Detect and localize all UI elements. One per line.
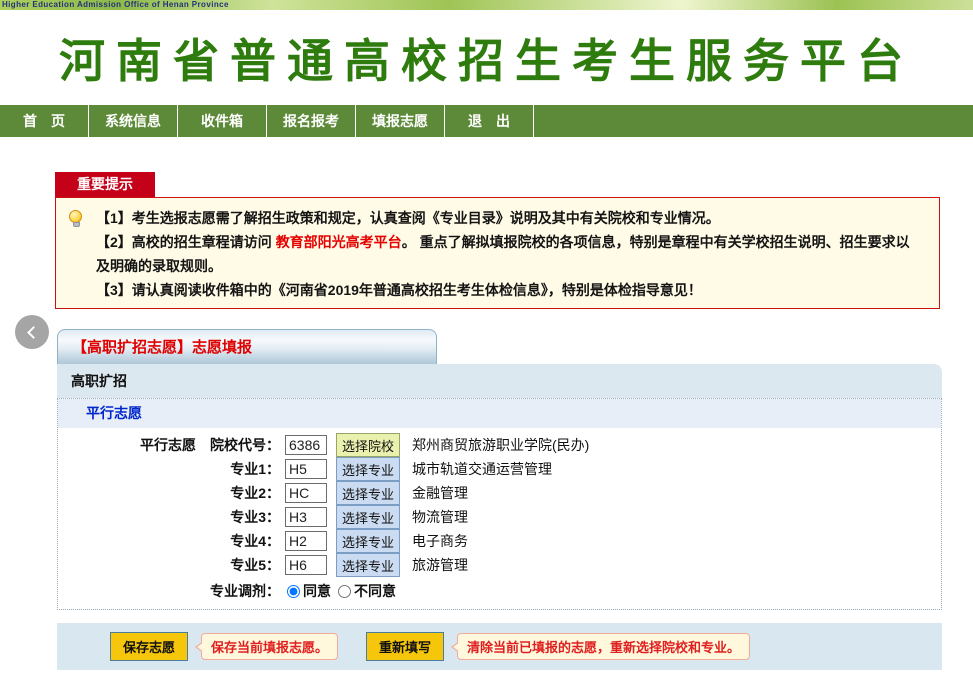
section-title: 高职扩招: [57, 364, 942, 398]
major-5-name: 旅游管理: [412, 555, 468, 575]
notice-item-1: 【1】考生选报志愿需了解招生政策和规定，认真查阅《专业目录》说明及其中有关院校和…: [96, 206, 923, 230]
select-college-button[interactable]: 选择院校: [336, 433, 400, 457]
select-major-5-button[interactable]: 选择专业: [336, 553, 400, 577]
rewrite-button[interactable]: 重新填写: [366, 632, 444, 661]
notice-item-2: 【2】高校的招生章程请访问 教育部阳光高考平台。 重点了解拟填报院校的各项信息，…: [96, 230, 923, 278]
subsection-title: 平行志愿: [58, 399, 941, 428]
notice-item-3: 【3】请认真阅读收件箱中的《河南省2019年普通高校招生考生体检信息》，特别是体…: [96, 278, 923, 302]
volunteer-panel: 【高职扩招志愿】志愿填报 高职扩招 平行志愿 平行志愿 院校代号： 选择院校 郑…: [57, 329, 942, 610]
major-3-name: 物流管理: [412, 507, 468, 527]
select-major-1-button[interactable]: 选择专业: [336, 457, 400, 481]
collapse-button[interactable]: [15, 315, 49, 349]
actions-bar: 保存志愿 保存当前填报志愿。 重新填写 清除当前已填报的志愿，重新选择院校和专业…: [57, 623, 942, 670]
main-nav: 首 页 系统信息 收件箱 报名报考 填报志愿 退 出: [0, 105, 973, 137]
major-2-name: 金融管理: [412, 483, 468, 503]
college-name: 郑州商贸旅游职业学院(民办): [412, 435, 589, 455]
college-row-label: 平行志愿 院校代号：: [58, 435, 280, 455]
nav-item-registration[interactable]: 报名报考: [267, 105, 356, 137]
major-2-label: 专业2：: [58, 483, 280, 503]
nav-item-logout[interactable]: 退 出: [445, 105, 534, 137]
disagree-option[interactable]: 不同意: [338, 581, 396, 601]
nav-item-fill-volunteer[interactable]: 填报志愿: [356, 105, 445, 137]
agree-option[interactable]: 同意: [287, 581, 331, 601]
notice-box: 【1】考生选报志愿需了解招生政策和规定，认真查阅《专业目录》说明及其中有关院校和…: [55, 197, 940, 309]
agree-radio[interactable]: [287, 585, 300, 598]
disagree-label: 不同意: [354, 581, 396, 601]
nav-item-home[interactable]: 首 页: [0, 105, 89, 137]
masthead: 河南省普通高校招生考生服务平台: [0, 10, 973, 105]
major-row-4: 专业4： 选择专业 电子商务: [58, 529, 941, 553]
college-code-input[interactable]: [285, 435, 327, 455]
agree-label: 同意: [303, 581, 331, 601]
nav-item-inbox[interactable]: 收件箱: [178, 105, 267, 137]
select-major-4-button[interactable]: 选择专业: [336, 529, 400, 553]
college-row: 平行志愿 院校代号： 选择院校 郑州商贸旅游职业学院(民办): [58, 433, 941, 457]
major-4-code-input[interactable]: [285, 531, 327, 551]
volunteer-form: 平行志愿 院校代号： 选择院校 郑州商贸旅游职业学院(民办) 专业1： 选择专业…: [58, 428, 941, 609]
major-1-name: 城市轨道交通运营管理: [412, 459, 552, 479]
panel-tab-title: 【高职扩招志愿】志愿填报: [57, 329, 437, 364]
major-4-label: 专业4：: [58, 531, 280, 551]
notice-item-3-text: 【3】请认真阅读收件箱中的《河南省2019年普通高校招生考生体检信息》，特别是体…: [96, 282, 702, 298]
top-bar-text: Higher Education Admission Office of Hen…: [2, 0, 229, 9]
sunshine-gaokao-link[interactable]: 教育部阳光高考平台: [276, 234, 402, 250]
adjustment-row: 专业调剂： 同意 不同意: [58, 579, 941, 603]
adjustment-label: 专业调剂：: [58, 581, 280, 601]
page-title: 河南省普通高校招生考生服务平台: [59, 25, 914, 91]
save-volunteer-button[interactable]: 保存志愿: [110, 632, 188, 661]
major-row-1: 专业1： 选择专业 城市轨道交通运营管理: [58, 457, 941, 481]
select-major-2-button[interactable]: 选择专业: [336, 481, 400, 505]
bulb-icon: [69, 210, 83, 229]
major-row-2: 专业2： 选择专业 金融管理: [58, 481, 941, 505]
top-gradient-bar: Higher Education Admission Office of Hen…: [0, 0, 973, 10]
major-5-code-input[interactable]: [285, 555, 327, 575]
notice-item-2-text-before: 【2】高校的招生章程请访问: [96, 234, 276, 250]
major-row-5: 专业5： 选择专业 旅游管理: [58, 553, 941, 577]
rewrite-tip: 清除当前已填报的志愿，重新选择院校和专业。: [457, 633, 750, 660]
important-notice: 重要提示 【1】考生选报志愿需了解招生政策和规定，认真查阅《专业目录》说明及其中…: [55, 172, 940, 309]
major-row-3: 专业3： 选择专业 物流管理: [58, 505, 941, 529]
nav-item-system-info[interactable]: 系统信息: [89, 105, 178, 137]
major-3-code-input[interactable]: [285, 507, 327, 527]
save-tip: 保存当前填报志愿。: [201, 633, 338, 660]
major-2-code-input[interactable]: [285, 483, 327, 503]
notice-tab-label: 重要提示: [55, 172, 155, 197]
disagree-radio[interactable]: [338, 585, 351, 598]
select-major-3-button[interactable]: 选择专业: [336, 505, 400, 529]
chevron-left-icon: [27, 326, 40, 339]
parallel-volunteer-section: 平行志愿 平行志愿 院校代号： 选择院校 郑州商贸旅游职业学院(民办) 专业1：…: [57, 398, 942, 610]
notice-item-1-text: 【1】考生选报志愿需了解招生政策和规定，认真查阅《专业目录》说明及其中有关院校和…: [96, 210, 720, 226]
page: Higher Education Admission Office of Hen…: [0, 0, 973, 674]
major-5-label: 专业5：: [58, 555, 280, 575]
major-3-label: 专业3：: [58, 507, 280, 527]
major-4-name: 电子商务: [412, 531, 468, 551]
major-1-code-input[interactable]: [285, 459, 327, 479]
major-1-label: 专业1：: [58, 459, 280, 479]
